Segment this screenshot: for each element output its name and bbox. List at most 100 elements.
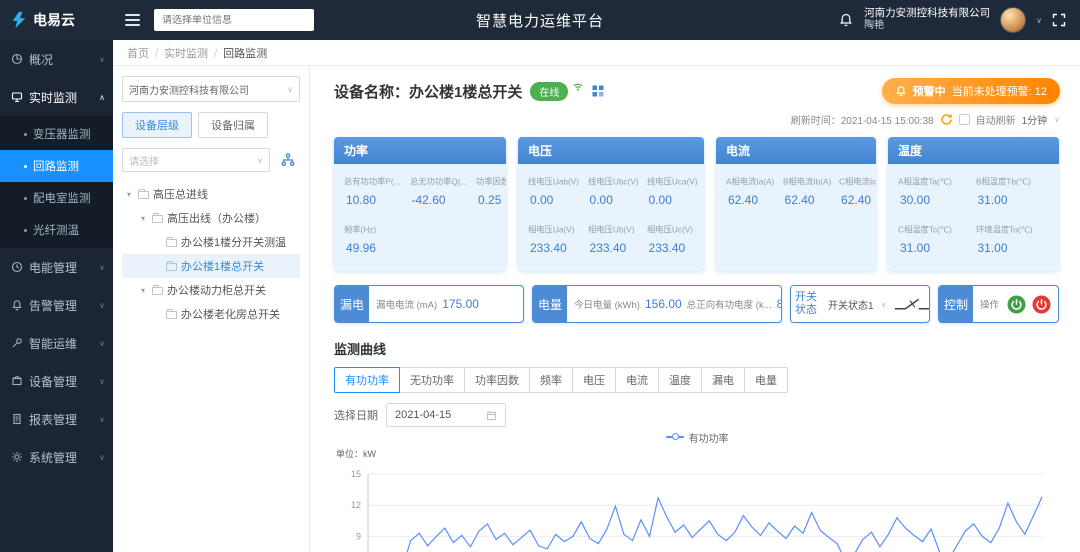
card-title: 功率 <box>334 137 506 164</box>
sub-item-label: 变压器监测 <box>33 126 91 142</box>
mini-cards: 漏电 漏电电流 (mA) 175.00 电量 今日电量 (kWh) 156.00 <box>334 285 1060 323</box>
refresh-interval-value: 1分钟 <box>1022 112 1048 127</box>
tab-leakage[interactable]: 漏电 <box>701 367 745 393</box>
metric: 线电压Uab(V)0.00 <box>528 175 584 207</box>
sub-item-label: 回路监测 <box>33 158 79 174</box>
sidebar-item-energy-mgmt[interactable]: 电能管理 ∨ <box>0 248 113 286</box>
breadcrumb-realtime[interactable]: 实时监测 <box>164 45 217 61</box>
tab-energy[interactable]: 电量 <box>744 367 788 393</box>
logo[interactable]: 电易云 <box>0 10 113 30</box>
tab-current[interactable]: 电流 <box>615 367 659 393</box>
bullet-icon <box>24 197 27 200</box>
topbar-right: 河南力安测控科技有限公司 陶艳 ∨ <box>838 7 1080 33</box>
switch-status-card: 开关状态 开关状态1 ∨ <box>790 285 930 323</box>
sidebar-item-smart-ops[interactable]: 智能运维 ∨ <box>0 324 113 362</box>
metric: 线电压Ubc(V)0.00 <box>588 175 643 207</box>
tab-active-power[interactable]: 有功功率 <box>334 367 400 393</box>
tree-node[interactable]: ▾ 办公楼动力柜总开关 <box>122 278 300 302</box>
tab-voltage[interactable]: 电压 <box>572 367 616 393</box>
alert-banner-button[interactable]: 预警中 当前未处理预警: 12 <box>882 78 1060 104</box>
chart-legend[interactable]: 有功功率 <box>334 429 1060 445</box>
calendar-icon <box>486 410 497 421</box>
tab-power-factor[interactable]: 功率因数 <box>464 367 530 393</box>
tree-node-label: 高压出线（办公楼） <box>167 210 266 226</box>
tree-expand-icon[interactable]: ▾ <box>138 286 148 295</box>
sub-item-label: 配电室监测 <box>33 190 91 206</box>
main-panel: 设备名称：办公楼1楼总开关 在线 预警 <box>310 66 1080 552</box>
chevron-down-icon: ∨ <box>99 453 105 462</box>
open-switch-button[interactable] <box>1032 295 1051 314</box>
metric: C相温度Tc(℃)31.00 <box>898 223 972 255</box>
org-chart-icon[interactable] <box>276 148 300 172</box>
notification-bell-icon[interactable] <box>838 12 854 28</box>
date-picker[interactable]: 2021-04-15 <box>386 403 506 427</box>
account-chevron-down-icon[interactable]: ∨ <box>1036 16 1042 25</box>
date-value: 2021-04-15 <box>395 409 451 421</box>
tab-reactive-power[interactable]: 无功功率 <box>399 367 465 393</box>
tree-expand-icon[interactable]: ▾ <box>138 214 148 223</box>
refresh-interval-select[interactable]: 1分钟 ∨ <box>1022 112 1060 127</box>
breadcrumb-home[interactable]: 首页 <box>127 45 158 61</box>
top-bar: 电易云 智慧电力运维平台 河南力安测控科技有限公司 陶艳 ∨ <box>0 0 1080 40</box>
sidebar-item-distribution-room[interactable]: 配电室监测 <box>0 182 113 214</box>
mini-card-title: 电量 <box>533 286 567 322</box>
legend-marker-icon <box>666 436 684 438</box>
tree-node[interactable]: ▾ 办公楼1楼分开关测温 <box>122 230 300 254</box>
tree-tabs: 设备层级 设备归属 <box>122 112 300 138</box>
chevron-down-icon: ∨ <box>287 85 293 94</box>
folder-icon <box>166 239 177 247</box>
unit-search[interactable] <box>154 9 314 31</box>
refresh-icon[interactable] <box>940 113 953 126</box>
bullet-icon <box>24 133 27 136</box>
tree-node[interactable]: ▾ 高压总进线 <box>122 182 300 206</box>
account-info: 河南力安测控科技有限公司 陶艳 <box>864 7 990 33</box>
auto-refresh-checkbox[interactable] <box>959 114 970 125</box>
sidebar-item-circuit-monitor[interactable]: 回路监测 <box>0 150 113 182</box>
sidebar-item-realtime[interactable]: 实时监测 ∧ <box>0 78 113 116</box>
switch-status-select[interactable]: 开关状态1 ∨ <box>828 297 886 312</box>
monitoring-curves-section: 监测曲线 有功功率 无功功率 功率因数 频率 电压 电流 温度 漏电 电量 <box>334 339 1060 552</box>
close-switch-button[interactable] <box>1007 295 1026 314</box>
chevron-down-icon: ∨ <box>99 415 105 424</box>
menu-toggle-icon[interactable] <box>125 11 140 29</box>
metric: B相温度Tb(℃)31.00 <box>976 175 1050 207</box>
sub-item-label: 光纤测温 <box>33 222 79 238</box>
tab-frequency[interactable]: 频率 <box>529 367 573 393</box>
switch-symbol-icon <box>893 295 929 313</box>
card-title: 电压 <box>518 137 704 164</box>
fullscreen-icon[interactable] <box>1052 13 1066 27</box>
user-name: 陶艳 <box>864 20 990 33</box>
avatar[interactable] <box>1000 7 1026 33</box>
sidebar-item-fiber-temp[interactable]: 光纤测温 <box>0 214 113 246</box>
chevron-down-icon: ∨ <box>99 55 105 64</box>
document-icon <box>10 413 23 426</box>
metric: 环境温度To(℃)31.00 <box>976 223 1050 255</box>
sidebar-item-overview[interactable]: 概况 ∨ <box>0 40 113 78</box>
sidebar-item-system-mgmt[interactable]: 系统管理 ∨ <box>0 438 113 476</box>
metric: A相温度Ta(℃)30.00 <box>898 175 972 207</box>
tab-temperature[interactable]: 温度 <box>658 367 702 393</box>
tree-expand-icon[interactable]: ▾ <box>124 190 134 199</box>
tree-node[interactable]: ▾ 高压出线（办公楼） <box>122 206 300 230</box>
device-name-label: 设备名称： <box>334 84 409 101</box>
temperature-card: 温度 A相温度Ta(℃)30.00 B相温度Tb(℃)31.00 C相温度Tc(… <box>888 137 1059 271</box>
curve-tabs: 有功功率 无功功率 功率因数 频率 电压 电流 温度 漏电 电量 <box>334 367 1060 393</box>
sidebar-item-report-mgmt[interactable]: 报表管理 ∨ <box>0 400 113 438</box>
sidebar-item-alarm-mgmt[interactable]: 告警管理 ∨ <box>0 286 113 324</box>
tab-device-hierarchy[interactable]: 设备层级 <box>122 112 192 138</box>
unit-search-input[interactable] <box>162 15 306 26</box>
org-select[interactable]: 河南力安测控科技有限公司 ∨ <box>122 76 300 102</box>
tree-node[interactable]: ▾ 办公楼老化房总开关 <box>122 302 300 326</box>
grid-view-icon[interactable] <box>592 85 604 97</box>
tree-search-select[interactable]: 请选择 ∨ <box>122 148 270 172</box>
sidebar-item-label: 实时监测 <box>29 89 77 106</box>
tab-device-ownership[interactable]: 设备归属 <box>198 112 268 138</box>
metric: A相电流Ia(A)62.40 <box>726 175 779 207</box>
mini-card-title: 开关状态 <box>791 286 821 322</box>
chevron-down-icon: ∨ <box>881 300 887 309</box>
tree-node-selected[interactable]: ▾ 办公楼1楼总开关 <box>122 254 300 278</box>
sidebar-item-device-mgmt[interactable]: 设备管理 ∨ <box>0 362 113 400</box>
sidebar-item-label: 设备管理 <box>29 373 77 390</box>
sidebar-item-label: 概况 <box>29 51 53 68</box>
sidebar-item-transformer-monitor[interactable]: 变压器监测 <box>0 118 113 150</box>
